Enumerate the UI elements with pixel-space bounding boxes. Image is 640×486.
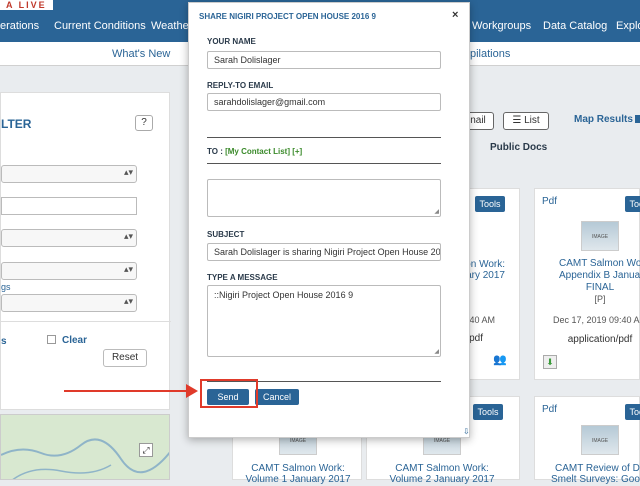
card-title-line2[interactable]: Volume 2 January 2017 <box>367 474 517 486</box>
document-thumbnail[interactable]: IMAGE COMING SOON <box>581 221 619 251</box>
list-view-button[interactable]: ☰ List <box>503 112 549 130</box>
subnav-whats-new[interactable]: What's New <box>112 48 170 60</box>
reply-to-email-input[interactable]: sarahdolislager@gmail.com <box>207 93 441 111</box>
annotation-arrow-line <box>64 390 190 392</box>
group-icon[interactable]: 👥 <box>493 353 507 366</box>
dialog-title: SHARE NIGIRI PROJECT OPEN HOUSE 2016 9 <box>199 12 376 21</box>
tools-button[interactable]: Tools <box>625 196 640 212</box>
to-bottom-divider <box>207 163 441 164</box>
to-row: TO : [My Contact List] [+] <box>207 147 302 156</box>
clear-checkbox[interactable] <box>47 335 56 344</box>
recipients-textarea[interactable]: ◢ <box>207 179 441 217</box>
card-title-line2[interactable]: Volume 1 January 2017 <box>233 474 363 486</box>
filter-select-1[interactable]: ▴▾ <box>1 165 137 183</box>
subnav-compilations[interactable]: pilations <box>470 48 510 60</box>
card-title-line3[interactable]: FINAL <box>535 282 640 294</box>
your-name-input[interactable]: Sarah Dolislager <box>207 51 441 69</box>
annotation-highlight-box <box>200 379 258 408</box>
select-caret-icon: ▴▾ <box>123 264 133 274</box>
tools-button[interactable]: Tools <box>625 404 640 420</box>
card-type: application/pdf <box>567 334 633 345</box>
map-results-label: Map Results <box>574 114 633 125</box>
download-icon[interactable]: ⇩ <box>463 427 470 436</box>
card-title-line2[interactable]: Smelt Surveys: Good <box>535 474 640 486</box>
card-date: Dec 17, 2019 09:40 AM <box>552 315 640 325</box>
reset-button[interactable]: Reset <box>103 349 147 367</box>
my-contact-list-link[interactable]: [My Contact List] <box>225 147 290 156</box>
resize-grip-icon[interactable]: ◢ <box>434 349 439 355</box>
document-card[interactable]: Pdf Tools IMAGE COMING SOON CAMT Salmon … <box>534 188 640 380</box>
reply-to-email-label: REPLY-TO EMAIL <box>207 81 274 90</box>
public-docs-tab[interactable]: Public Docs <box>490 142 547 153</box>
tools-button[interactable]: Tools <box>475 196 505 212</box>
subject-input[interactable]: Sarah Dolislager is sharing Nigiri Proje… <box>207 243 441 261</box>
card-title-line2[interactable]: Appendix B January 20 <box>535 270 640 282</box>
card-title[interactable]: CAMT Salmon Work: <box>535 258 640 270</box>
download-icon[interactable]: ⬇ <box>543 355 557 369</box>
subject-label: SUBJECT <box>207 230 245 239</box>
list-label: List <box>524 115 540 126</box>
nav-item-explore[interactable]: Explo <box>616 20 640 32</box>
to-top-divider <box>207 137 441 138</box>
annotation-arrow-icon <box>186 384 198 398</box>
clear-option[interactable]: Clear <box>47 335 87 346</box>
filter-select-4[interactable]: ▴▾ <box>1 294 137 312</box>
message-textarea[interactable]: ::Nigiri Project Open House 2016 9◢ <box>207 285 441 357</box>
list-icon: ☰ <box>512 115 525 126</box>
select-caret-icon: ▴▾ <box>123 231 133 241</box>
add-recipient-link[interactable]: [+] <box>292 147 302 156</box>
filter-tags-label: gs <box>1 282 11 292</box>
pdf-label: Pdf <box>542 196 558 207</box>
filter-select-2[interactable]: ▴▾ <box>1 229 137 247</box>
cancel-button[interactable]: Cancel <box>255 389 299 405</box>
nav-item-current-conditions[interactable]: Current Conditions <box>54 20 146 32</box>
filter-panel: LTER ? ▴▾ ▴▾ ▴▾ gs ▴▾ s Clear Reset <box>0 92 171 410</box>
card-tag: [P] <box>594 294 606 304</box>
pdf-label: Pdf <box>542 404 558 415</box>
close-icon[interactable]: × <box>452 9 458 21</box>
filter-option-label: s <box>1 336 7 347</box>
question-icon[interactable]: ? <box>135 115 153 131</box>
map-results-toggle[interactable]: Map Results <box>574 114 640 125</box>
expand-icon[interactable]: ⤢ <box>139 443 153 457</box>
message-text: ::Nigiri Project Open House 2016 9 <box>214 290 354 300</box>
nav-item-weather[interactable]: Weathe <box>151 20 189 32</box>
document-thumbnail[interactable]: IMAGE COMING SOON <box>581 425 619 455</box>
share-dialog: SHARE NIGIRI PROJECT OPEN HOUSE 2016 9 ×… <box>188 2 470 438</box>
filter-select-3[interactable]: ▴▾ <box>1 262 137 280</box>
nav-item-operations[interactable]: erations <box>0 20 39 32</box>
filter-text-input[interactable] <box>1 197 137 215</box>
resize-grip-icon[interactable]: ◢ <box>434 209 439 215</box>
site-logo[interactable]: A LIVE <box>0 0 53 10</box>
select-caret-icon: ▴▾ <box>123 296 133 306</box>
message-label: TYPE A MESSAGE <box>207 273 278 282</box>
filter-title: LTER <box>1 117 32 131</box>
nav-item-workgroups[interactable]: Workgroups <box>472 20 531 32</box>
your-name-label: YOUR NAME <box>207 37 256 46</box>
to-label: TO : <box>207 147 223 156</box>
document-card[interactable]: Pdf Tools IMAGE COMING SOON CAMT Review … <box>534 396 640 485</box>
tools-button[interactable]: Tools <box>473 404 503 420</box>
clear-label: Clear <box>62 335 88 346</box>
map-results-checkbox[interactable] <box>634 115 640 123</box>
select-caret-icon: ▴▾ <box>123 167 133 177</box>
mini-map[interactable]: ⤢ <box>0 414 170 480</box>
filter-divider <box>1 321 171 322</box>
nav-item-data-catalog[interactable]: Data Catalog <box>543 20 607 32</box>
